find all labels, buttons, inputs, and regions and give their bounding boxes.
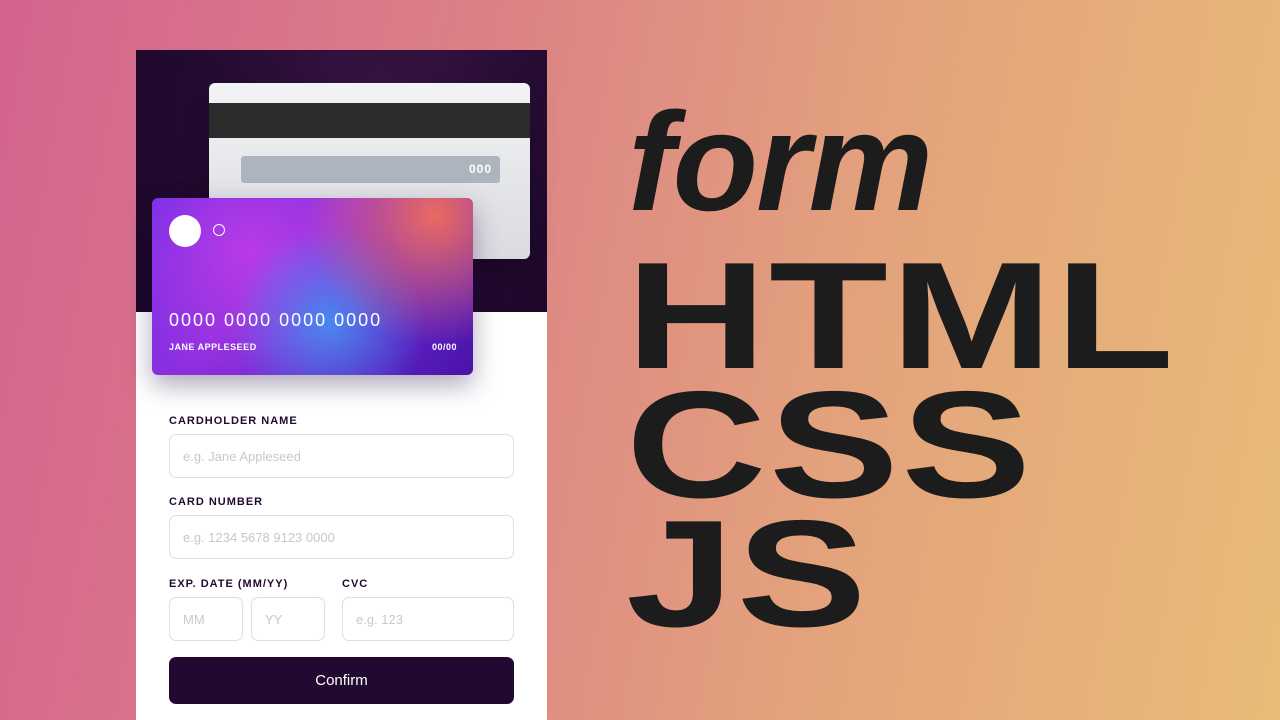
card-logo-ring-icon — [213, 224, 225, 236]
exp-date-label: EXP. DATE (MM/YY) — [169, 578, 289, 590]
card-front-number: 0000 0000 0000 0000 — [169, 310, 383, 330]
exp-year-input[interactable] — [251, 597, 325, 641]
headline-js: JS — [626, 489, 870, 659]
cvc-label: CVC — [342, 578, 369, 590]
card-number-label: CARD NUMBER — [169, 496, 264, 508]
cardholder-name-label: CARDHOLDER NAME — [169, 415, 298, 427]
card-back-cvc: 000 — [241, 156, 500, 183]
card-front: 0000 0000 0000 0000 JANE APPLESEED 00/00 — [152, 198, 473, 375]
headline-form: form — [628, 83, 933, 240]
card-form-panel: 000 0000 0000 0000 0000 JANE APPLESEED 0… — [136, 50, 547, 720]
magnetic-stripe — [209, 103, 530, 138]
card-front-holder: JANE APPLESEED — [169, 342, 257, 352]
exp-month-input[interactable] — [169, 597, 243, 641]
cardholder-name-input[interactable] — [169, 434, 514, 478]
card-number-input[interactable] — [169, 515, 514, 559]
confirm-button[interactable]: Confirm — [169, 657, 514, 704]
card-logo-circle-icon — [169, 215, 201, 247]
card-front-expiry: 00/00 — [431, 342, 457, 352]
cvc-input[interactable] — [342, 597, 514, 641]
